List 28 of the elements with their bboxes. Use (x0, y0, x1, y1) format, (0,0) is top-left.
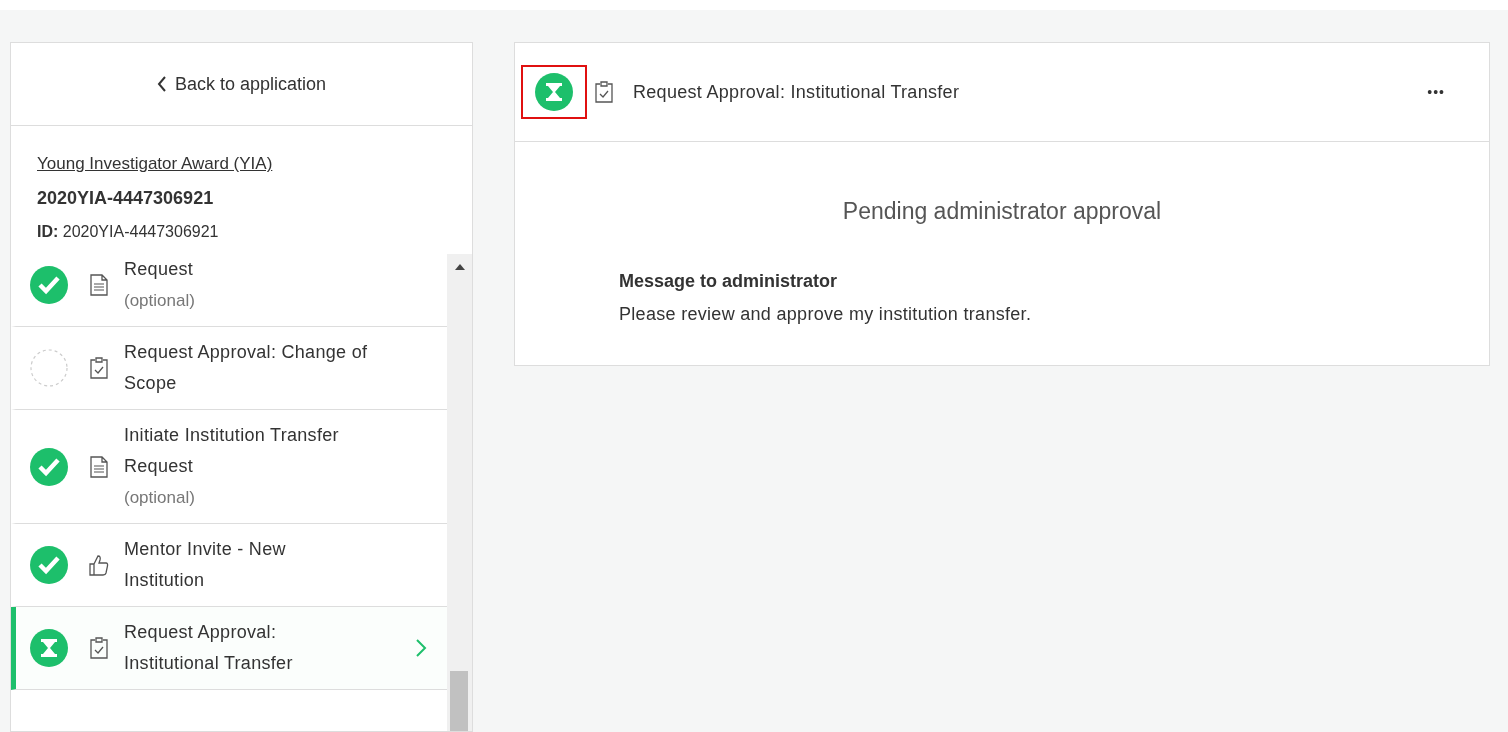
task-title: Request Approval: Change of Scope (124, 341, 369, 395)
award-link[interactable]: Young Investigator Award (YIA) (37, 154, 273, 174)
message-text: Please review and approve my institution transfer. (619, 304, 1033, 325)
scrollbar[interactable] (447, 254, 472, 731)
task-title: Request (124, 258, 194, 281)
scrollbar-thumb[interactable] (450, 671, 468, 731)
task-title: Request Approval: Institutional Transfer (124, 621, 294, 675)
chevron-right-icon (415, 638, 427, 658)
chevron-left-icon (156, 75, 167, 93)
task-title: Mentor Invite - New Institution (124, 538, 287, 592)
task-title: Request Approval: Institutional Transfer (633, 81, 961, 103)
clipboard-icon (90, 357, 108, 379)
clipboard-icon (90, 637, 108, 659)
scroll-up-icon[interactable] (454, 264, 465, 270)
more-button[interactable]: ••• (1423, 80, 1449, 104)
application-number: 2020YIA-4447306921 (37, 188, 214, 209)
task-list-item[interactable]: Request Approval: Institutional Transfer (11, 607, 447, 690)
document-icon (90, 455, 108, 478)
thumbs-up-icon (89, 554, 109, 576)
document-icon (90, 274, 108, 296)
application-id: ID: 2020YIA-4447306921 (37, 223, 219, 241)
task-title: Initiate Institution Transfer Request (124, 424, 340, 478)
back-link[interactable]: Back to application (156, 73, 327, 95)
status-text: Pending administrator approval (841, 198, 1163, 225)
optional-note: (optional) (124, 290, 195, 312)
message-heading: Message to administrator (619, 271, 839, 292)
optional-note: (optional) (124, 487, 195, 509)
clipboard-icon (595, 81, 613, 103)
